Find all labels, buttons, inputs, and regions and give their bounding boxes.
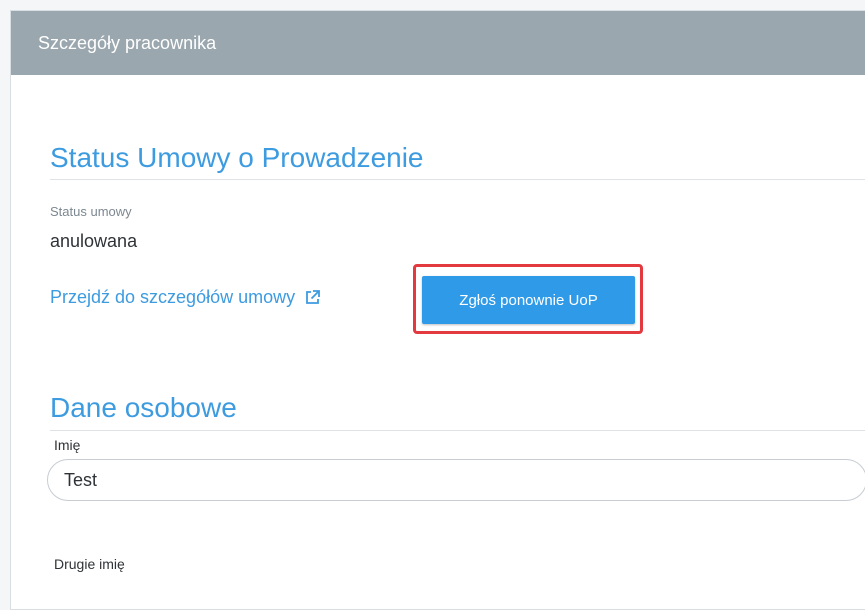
contract-status-divider	[50, 179, 865, 180]
contract-details-link[interactable]: Przejdź do szczegółów umowy	[50, 287, 321, 308]
external-link-icon	[304, 289, 321, 306]
card-header-title: Szczegóły pracownika	[38, 33, 217, 53]
first-name-label: Imię	[54, 437, 81, 453]
first-name-input[interactable]	[47, 459, 865, 501]
contract-details-link-label: Przejdź do szczegółów umowy	[50, 287, 296, 307]
personal-data-divider	[50, 430, 865, 431]
personal-data-heading: Dane osobowe	[50, 392, 237, 423]
resubmit-uop-button[interactable]: Zgłoś ponownie UoP	[422, 276, 635, 324]
contract-status-value: anulowana	[50, 231, 138, 251]
card-header: Szczegóły pracownika	[11, 11, 865, 75]
contract-status-heading: Status Umowy o Prowadzenie	[50, 142, 424, 173]
second-name-label: Drugie imię	[54, 556, 125, 572]
contract-status-label: Status umowy	[50, 204, 132, 219]
